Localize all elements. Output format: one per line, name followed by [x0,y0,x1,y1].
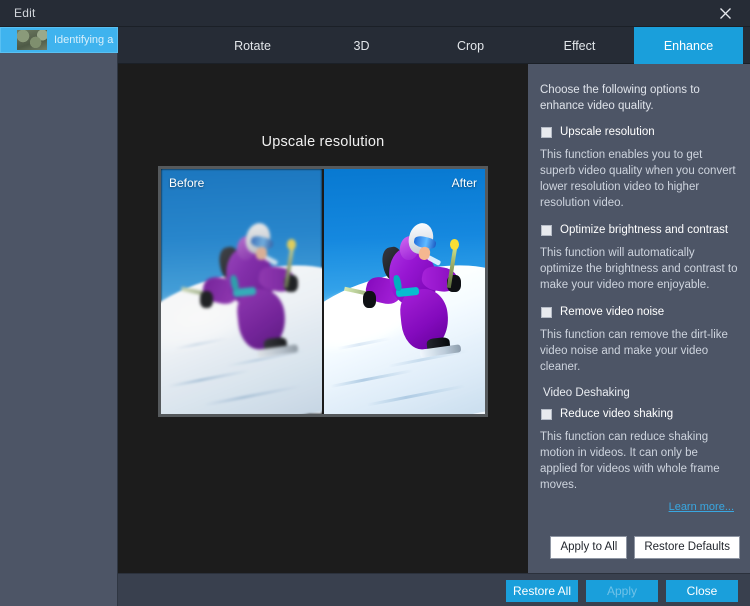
footer-buttons: Restore All Apply Close [506,580,738,602]
reduce-shaking-label: Reduce video shaking [560,408,674,420]
preview-stage: Upscale resolution Before After [118,64,528,573]
close-icon[interactable] [708,0,742,27]
video-deshaking-heading: Video Deshaking [543,387,630,399]
window-title: Edit [14,6,36,20]
tab-enhance[interactable]: Enhance [634,27,743,64]
dialog-footer: Restore All Apply Close [118,573,750,606]
file-list-sidebar: Identifying a ... [0,27,118,606]
window-titlebar: Edit [0,0,750,27]
tab-watermark[interactable]: Watermark [743,27,750,64]
after-label: After [451,176,477,190]
options-intro-text: Choose the following options to enhance … [540,84,700,112]
remove-noise-checkbox[interactable] [541,307,552,318]
upscale-resolution-checkbox[interactable] [541,127,552,138]
after-photo [324,169,485,414]
before-photo [161,169,322,414]
skier-illustration [344,216,466,373]
edit-tabbar: Rotate 3D Crop Effect Enhance Watermark [118,27,750,64]
before-label: Before [169,176,205,190]
reduce-shaking-checkbox-row[interactable]: Reduce video shaking [541,407,738,421]
restore-all-button[interactable]: Restore All [506,580,578,602]
remove-noise-help: This function can remove the dirt-like v… [540,329,728,373]
video-thumbnail-icon [17,30,47,50]
upscale-resolution-label: Upscale resolution [560,126,655,138]
tab-3d[interactable]: 3D [307,27,416,64]
optimize-brightness-checkbox-row[interactable]: Optimize brightness and contrast [541,223,738,237]
apply-to-all-button[interactable]: Apply to All [550,536,628,559]
preview-title: Upscale resolution [261,134,385,150]
reduce-shaking-checkbox[interactable] [541,409,552,420]
remove-noise-label: Remove video noise [560,306,665,318]
sidebar-item-label: Identifying a ... [54,34,114,46]
restore-defaults-button[interactable]: Restore Defaults [634,536,740,559]
tab-effect[interactable]: Effect [525,27,634,64]
enhance-options-panel: Choose the following options to enhance … [528,64,750,573]
optimize-brightness-checkbox[interactable] [541,225,552,236]
close-button[interactable]: Close [666,580,738,602]
panel-action-buttons: Apply to All Restore Defaults [550,536,740,559]
before-pane: Before [161,169,322,414]
optimize-brightness-help: This function will automatically optimiz… [540,247,738,291]
tab-crop[interactable]: Crop [416,27,525,64]
after-pane: After [322,169,485,414]
remove-noise-checkbox-row[interactable]: Remove video noise [541,305,738,319]
learn-more-link[interactable]: Learn more... [538,501,734,513]
optimize-brightness-label: Optimize brightness and contrast [560,224,729,236]
reduce-shaking-help: This function can reduce shaking motion … [540,431,720,491]
apply-button[interactable]: Apply [586,580,658,602]
upscale-resolution-checkbox-row[interactable]: Upscale resolution [541,125,738,139]
sidebar-item-video[interactable]: Identifying a ... [0,27,118,53]
skier-illustration [181,216,303,373]
upscale-resolution-help: This function enables you to get superb … [540,149,736,209]
before-after-comparison: Before After [158,166,488,417]
tab-rotate[interactable]: Rotate [198,27,307,64]
edit-window: Edit Identifying a ... Rotate 3D Crop Ef… [0,0,750,606]
